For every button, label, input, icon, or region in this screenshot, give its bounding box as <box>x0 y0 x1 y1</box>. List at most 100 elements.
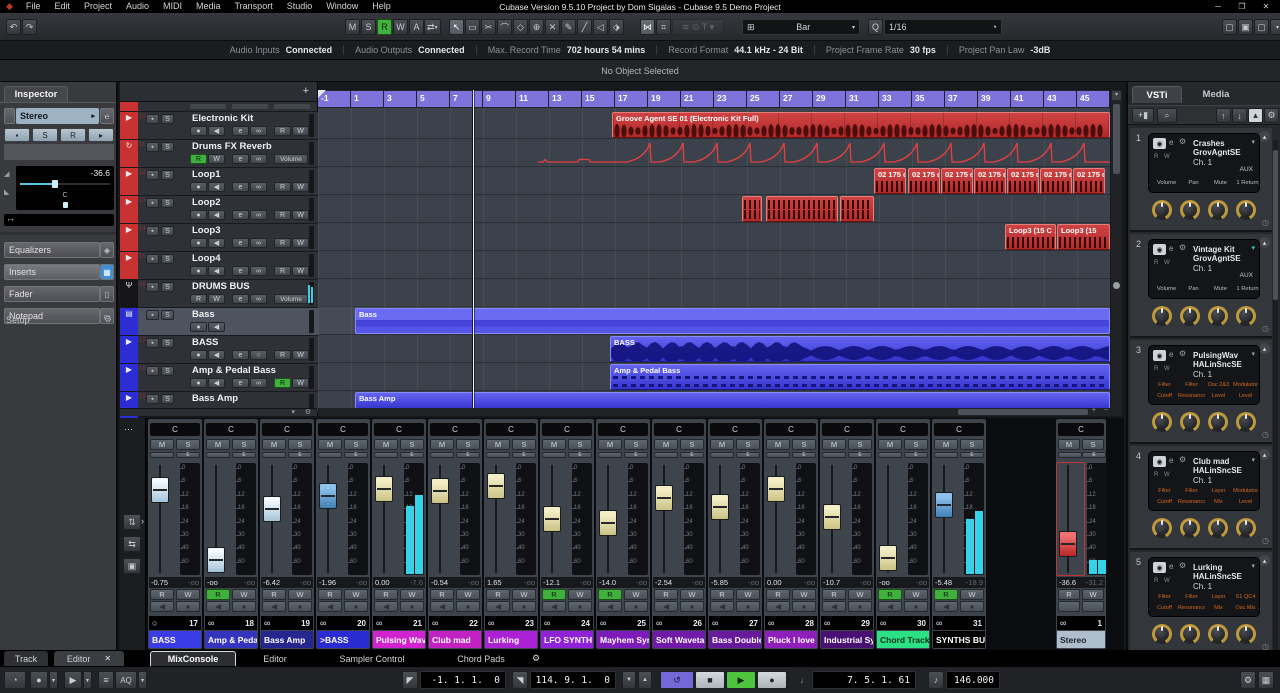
listen-button[interactable] <box>262 452 286 458</box>
volume-slider-handle[interactable] <box>52 180 58 188</box>
tab-editor-left[interactable]: Editor✕ <box>54 651 124 666</box>
listen-button[interactable] <box>598 452 622 458</box>
mixer-channel-bass-doubler[interactable]: CMSE06121824304060-5.85-ooRW◀●∞27Bass Do… <box>708 419 762 649</box>
timeline-ruler[interactable]: -113579111315171921232527293133353739414… <box>318 90 1110 108</box>
automation-m-button[interactable]: M <box>345 19 360 35</box>
read-automation-button[interactable]: R <box>274 238 291 248</box>
write-automation-button[interactable]: W <box>176 589 200 600</box>
fader-handle[interactable] <box>879 545 897 571</box>
channel-mute-button[interactable]: M <box>598 439 622 450</box>
channel-name[interactable]: BASS <box>149 631 201 648</box>
channel-solo-button[interactable]: S <box>1082 439 1104 450</box>
record-enable-button[interactable]: ● <box>904 601 928 612</box>
ruler-bar-27[interactable]: 27 <box>780 91 812 107</box>
write-automation-button[interactable]: W <box>792 589 816 600</box>
quick-control-knob[interactable] <box>1180 306 1200 326</box>
track-row-electronic-kit[interactable]: ▶10▪SElectronic Kit●◀e∞RW <box>120 112 318 140</box>
monitor-button[interactable]: ◀ <box>654 601 678 612</box>
read-automation-button[interactable]: R <box>274 182 291 192</box>
edit-button[interactable]: E <box>400 452 424 458</box>
edit-button[interactable]: E <box>736 452 760 458</box>
read-automation-button[interactable]: R <box>318 589 342 600</box>
collapse-all-button[interactable]: ▴ <box>1248 108 1263 123</box>
playhead[interactable] <box>473 90 474 408</box>
channel-name[interactable]: Lurking <box>485 631 537 648</box>
channel-name[interactable]: Industrial Synt <box>821 631 873 648</box>
quick-control-knob[interactable] <box>1236 624 1256 644</box>
edit-instrument-icon[interactable]: e <box>1169 138 1173 147</box>
snap-zero-button[interactable]: ⋈ <box>640 19 655 35</box>
read-automation-button[interactable]: R <box>766 589 790 600</box>
arrange-area[interactable]: -113579111315171921232527293133353739414… <box>318 82 1110 416</box>
record-enable-button[interactable]: ● <box>960 601 984 612</box>
ruler-bar-9[interactable]: 9 <box>483 91 515 107</box>
fader-handle[interactable] <box>711 494 729 520</box>
monitor-button[interactable]: ◀ <box>208 238 225 248</box>
instrument-screen[interactable]: ◉e⚙RWClub madHALinSncSECh. 1▾FilterFilte… <box>1148 451 1260 511</box>
read-automation-button[interactable]: R <box>486 589 510 600</box>
record-enable-button[interactable]: ● <box>736 601 760 612</box>
record-enable-button[interactable] <box>1082 601 1104 612</box>
mixer-channel-synths-bus[interactable]: CMSE06121824304060-5.48-18.9RW◀●∞31SYNTH… <box>932 419 986 649</box>
cycle-button[interactable]: ↺ <box>660 671 694 689</box>
channel-solo-button[interactable]: S <box>344 439 368 450</box>
write-automation-button[interactable]: W <box>568 589 592 600</box>
edit-channel-button[interactable]: e <box>232 126 249 136</box>
power-icon[interactable]: ◉ <box>1153 244 1166 255</box>
pan-control[interactable]: C <box>486 423 536 436</box>
menu-project[interactable]: Project <box>77 0 119 13</box>
read-automation-button[interactable]: R <box>190 154 207 164</box>
write-automation-button[interactable]: W <box>624 589 648 600</box>
monitor-button[interactable]: ◀ <box>486 601 510 612</box>
record-enable-button[interactable]: ● <box>190 266 207 276</box>
write-automation-button[interactable]: W <box>960 589 984 600</box>
track-row-bass[interactable]: ▶17▪SBASS●◀e○RW <box>120 336 318 364</box>
channel-mute-button[interactable]: M <box>374 439 398 450</box>
channel-name[interactable]: SYNTHS BUS <box>933 631 985 648</box>
edit-channel-button[interactable]: ℮ <box>100 108 114 124</box>
write-automation-button[interactable]: W <box>292 378 309 388</box>
track-mute-button[interactable]: ▪ <box>146 366 159 376</box>
move-down-button[interactable]: ↓ <box>1232 108 1247 123</box>
mixer-screens-button[interactable]: ▣ <box>123 558 141 574</box>
monitor-button[interactable]: ◀ <box>542 601 566 612</box>
fader-handle[interactable] <box>823 504 841 530</box>
monitor-button[interactable]: ◀ <box>598 601 622 612</box>
vsti-rack-2[interactable]: 2▴◉e⚙RWVintage KitGrovAgntSECh. 1▾AUXVol… <box>1130 234 1272 338</box>
monitor-button[interactable]: ◀ <box>822 601 846 612</box>
menu-audio[interactable]: Audio <box>119 0 156 13</box>
clip-02-175-d[interactable]: 02 175 d <box>874 168 906 194</box>
monitor-button[interactable]: ▸ <box>88 128 114 142</box>
channel-config-button[interactable]: ∞ <box>250 294 267 304</box>
edit-channel-button[interactable]: e <box>232 294 249 304</box>
pan-control[interactable]: C <box>206 423 256 436</box>
add-track-button[interactable]: + <box>303 85 309 97</box>
write-automation-button[interactable]: W <box>344 589 368 600</box>
track-mute-button[interactable]: ▪ <box>146 254 159 264</box>
ruler-bar-43[interactable]: 43 <box>1044 91 1076 107</box>
maximize-button[interactable]: ❐ <box>1230 0 1254 13</box>
monitor-button[interactable]: ◀ <box>710 601 734 612</box>
ruler-bar-1[interactable]: 1 <box>351 91 383 107</box>
instrument-screen[interactable]: ◉e⚙RWCrashesGrovAgntSECh. 1▾AUXVolumePan… <box>1148 133 1260 193</box>
clip-02-175-d[interactable]: 02 175 d <box>1073 168 1105 194</box>
monitor-button[interactable]: ◀ <box>208 350 225 360</box>
read-automation-button[interactable]: R <box>150 589 174 600</box>
fader-icon[interactable]: ▯ <box>100 286 114 302</box>
metronome-button[interactable]: ◔ <box>4 671 26 689</box>
fader-handle[interactable] <box>543 506 561 532</box>
record-enable-button[interactable]: ● <box>512 601 536 612</box>
channel-mute-button[interactable]: M <box>542 439 566 450</box>
track-mute-button[interactable]: ▪ <box>146 170 159 180</box>
left-locator-display[interactable]: -1. 1. 1. 0 <box>420 671 506 689</box>
edit-instrument-icon[interactable]: e <box>1169 562 1173 571</box>
edit-button[interactable]: E <box>904 452 928 458</box>
mixer-channel-industrial-synt[interactable]: CMSE06121824304060-10.7-ooRW◀●∞29Industr… <box>820 419 874 649</box>
clip-loop3[interactable]: Loop3 (15 <box>1057 224 1110 250</box>
volume-up-icon[interactable]: ◢ <box>4 170 9 178</box>
power-icon[interactable]: ◉ <box>1153 456 1166 467</box>
gear-icon[interactable]: ⚙ <box>305 408 311 416</box>
write-automation-button[interactable]: W <box>400 589 424 600</box>
mixer-channel-chord-track-sy[interactable]: CMSE06121824304060-oo-ooRW◀●∞30Chord Tra… <box>876 419 930 649</box>
monitor-button[interactable]: ◀ <box>878 601 902 612</box>
